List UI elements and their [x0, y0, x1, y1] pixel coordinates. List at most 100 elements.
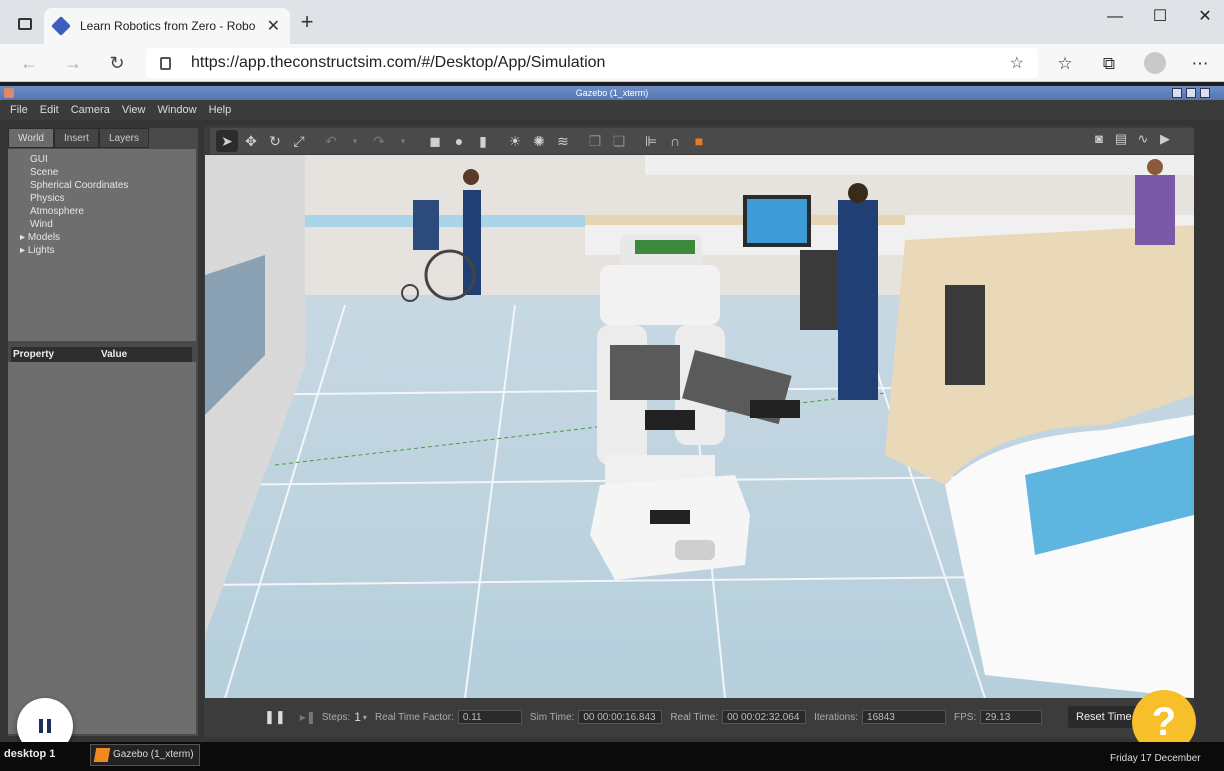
- expand-arrow-icon[interactable]: ▸: [20, 232, 28, 243]
- new-tab-button[interactable]: +: [296, 11, 318, 34]
- status-bar: ❚❚ ▸❚ Steps: 1 ▾ Real Time Factor: 0.11 …: [204, 700, 1194, 734]
- tab-title: Learn Robotics from Zero - Robo: [80, 19, 256, 33]
- site-favicon-icon: [51, 16, 71, 36]
- gazebo-titlebar: Gazebo (1_xterm): [0, 86, 1224, 100]
- plot-icon[interactable]: ∿: [1132, 131, 1154, 151]
- lock-icon[interactable]: [160, 56, 171, 70]
- steps-dropdown-icon[interactable]: ▾: [363, 713, 367, 722]
- scale-mode-icon[interactable]: ⤢: [288, 130, 310, 152]
- forward-icon[interactable]: →: [62, 52, 84, 74]
- menu-file[interactable]: File: [10, 104, 28, 116]
- gazebo-app-icon: [93, 748, 111, 762]
- steps-value[interactable]: 1: [354, 710, 361, 724]
- scene-viewport[interactable]: [205, 155, 1194, 698]
- favorites-icon[interactable]: ☆: [1054, 53, 1076, 75]
- taskbar-gazebo-label: Gazebo (1_xterm): [113, 749, 194, 760]
- change-view-icon[interactable]: ■: [688, 130, 710, 152]
- menu-edit[interactable]: Edit: [40, 104, 59, 116]
- close-button[interactable]: ✕: [1190, 6, 1220, 28]
- gz-minimize-icon[interactable]: [1172, 88, 1182, 98]
- pause-sim-icon[interactable]: ❚❚: [264, 709, 286, 725]
- scene-render: [205, 155, 1194, 698]
- translate-mode-icon[interactable]: ✥: [240, 130, 262, 152]
- select-mode-icon[interactable]: ➤: [216, 130, 238, 152]
- clock-date: Friday 17 December: [1110, 753, 1201, 764]
- fps-value: 29.13: [980, 710, 1043, 724]
- step-icon[interactable]: ▸❚: [300, 710, 316, 724]
- tree-item-gui[interactable]: GUI: [12, 153, 196, 166]
- sphere-shape-icon[interactable]: ●: [448, 130, 470, 152]
- screenshot-icon[interactable]: ◙: [1088, 131, 1110, 151]
- rtf-value: 0.11: [457, 710, 522, 724]
- url-bar[interactable]: https://app.theconstructsim.com/#/Deskto…: [146, 48, 1038, 78]
- minimize-button[interactable]: —: [1100, 6, 1130, 28]
- address-toolbar: ← → ↻ https://app.theconstructsim.com/#/…: [0, 44, 1224, 82]
- box-shape-icon[interactable]: ◼: [424, 130, 446, 152]
- undo-icon[interactable]: ↶: [320, 130, 342, 152]
- redo-icon[interactable]: ↷: [368, 130, 390, 152]
- tab-layers[interactable]: Layers: [98, 128, 149, 148]
- url-text[interactable]: https://app.theconstructsim.com/#/Deskto…: [191, 54, 1010, 72]
- back-icon[interactable]: ←: [18, 52, 40, 74]
- rtf-label: Real Time Factor:: [374, 711, 454, 723]
- more-icon[interactable]: ⋯: [1189, 53, 1211, 75]
- real-time-label: Real Time:: [670, 711, 719, 723]
- tree-item-spherical-coordinates[interactable]: Spherical Coordinates: [12, 179, 196, 192]
- rotate-mode-icon[interactable]: ↻: [264, 130, 286, 152]
- cylinder-shape-icon[interactable]: ▮: [472, 130, 494, 152]
- tree-item-wind[interactable]: Wind: [12, 218, 196, 231]
- refresh-icon[interactable]: ↻: [106, 52, 128, 74]
- tree-item-atmosphere[interactable]: Atmosphere: [12, 205, 196, 218]
- pause-bar-icon: [47, 719, 51, 733]
- tree-item-models[interactable]: ▸ Models: [12, 231, 196, 244]
- tree-item-physics[interactable]: Physics: [12, 192, 196, 205]
- tab-close-icon[interactable]: ✕: [267, 16, 280, 36]
- align-icon[interactable]: ⊫: [640, 130, 662, 152]
- point-light-icon[interactable]: ☀: [504, 130, 526, 152]
- iterations-label: Iterations:: [814, 711, 859, 723]
- directional-light-icon[interactable]: ≋: [552, 130, 574, 152]
- log-icon[interactable]: ▤: [1110, 131, 1132, 151]
- desktop-label[interactable]: desktop 1: [4, 748, 55, 760]
- tree-item-scene[interactable]: Scene: [12, 166, 196, 179]
- fps-label: FPS:: [954, 711, 977, 723]
- property-column-header: Property: [13, 349, 55, 360]
- gazebo-window-title: Gazebo (1_xterm): [575, 88, 649, 98]
- taskbar-gazebo-item[interactable]: Gazebo (1_xterm): [90, 744, 200, 766]
- snap-icon[interactable]: ∩: [664, 130, 686, 152]
- pause-bar-icon: [39, 719, 43, 733]
- sim-time-label: Sim Time:: [529, 711, 575, 723]
- tree-item-lights-label: Lights: [27, 245, 55, 256]
- gazebo-app-icon: [4, 88, 14, 98]
- add-favorite-icon[interactable]: ☆: [1010, 53, 1024, 73]
- value-column-header: Value: [101, 349, 128, 360]
- maximize-button[interactable]: ☐: [1145, 6, 1175, 28]
- property-table-header: Property Value: [11, 347, 192, 362]
- browser-titlebar: Learn Robotics from Zero - Robo ✕ + — ☐ …: [0, 0, 1224, 44]
- redo-dropdown-icon[interactable]: ▾: [392, 130, 414, 152]
- real-time-value: 00 00:02:32.064: [722, 710, 807, 724]
- record-video-icon[interactable]: ▶: [1154, 131, 1176, 151]
- collections-icon[interactable]: ⧉: [1098, 53, 1120, 75]
- copy-icon[interactable]: ❐: [584, 130, 606, 152]
- tab-actions-icon[interactable]: [18, 18, 32, 30]
- browser-tab[interactable]: Learn Robotics from Zero - Robo ✕: [44, 8, 290, 44]
- tab-world[interactable]: World: [8, 128, 54, 148]
- spot-light-icon[interactable]: ✺: [528, 130, 550, 152]
- tree-item-models-label: Models: [27, 232, 61, 243]
- menu-view[interactable]: View: [122, 104, 146, 116]
- gz-maximize-icon[interactable]: [1186, 88, 1196, 98]
- tab-insert[interactable]: Insert: [53, 128, 99, 148]
- profile-avatar[interactable]: [1144, 52, 1166, 74]
- scene-toolbar: ➤ ✥ ↻ ⤢ ↶ ▾ ↷ ▾ ◼ ● ▮ ☀ ✺ ≋ ❐ ❏ ⊫ ∩ ■: [210, 128, 1194, 154]
- menu-help[interactable]: Help: [209, 104, 232, 116]
- gz-close-icon[interactable]: [1200, 88, 1210, 98]
- undo-dropdown-icon[interactable]: ▾: [344, 130, 366, 152]
- expand-arrow-icon[interactable]: ▸: [20, 245, 28, 256]
- paste-icon[interactable]: ❏: [608, 130, 630, 152]
- tree-item-lights[interactable]: ▸ Lights: [12, 244, 196, 257]
- property-table-body: [8, 362, 196, 734]
- world-tree: GUI Scene Spherical Coordinates Physics …: [8, 149, 196, 341]
- menu-window[interactable]: Window: [157, 104, 196, 116]
- menu-camera[interactable]: Camera: [71, 104, 110, 116]
